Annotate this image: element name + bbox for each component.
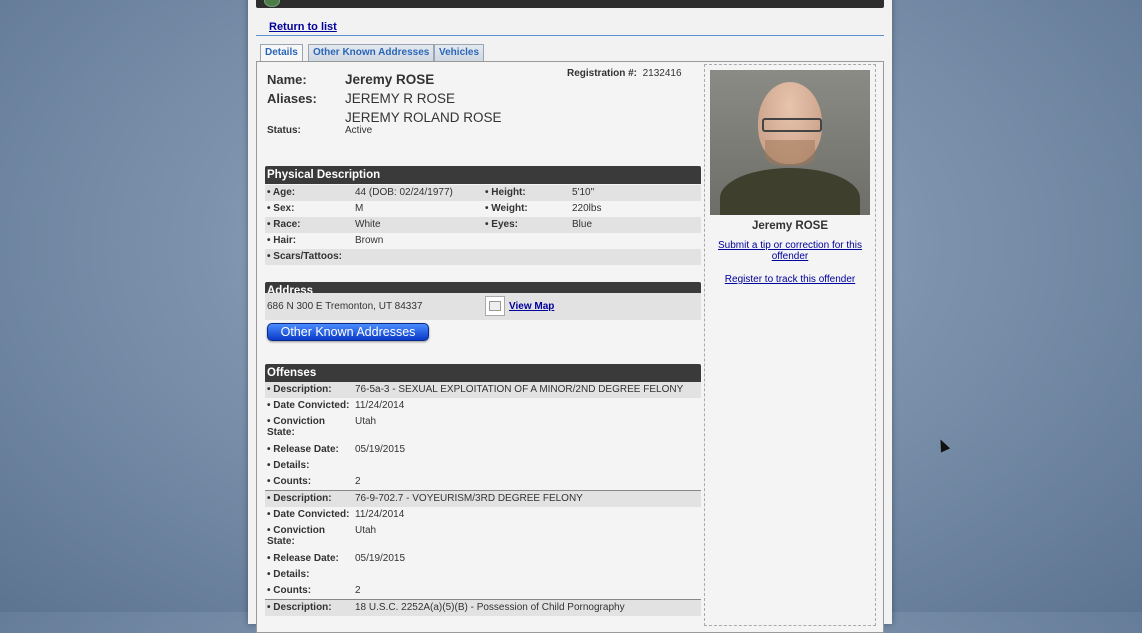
globe-icon: [264, 0, 280, 7]
physical-row-sex: • Sex: M • Weight: 220lbs: [265, 201, 701, 217]
offense-2-details-row: • Details:: [265, 567, 701, 583]
race-value: White: [355, 219, 381, 230]
offense-2-counts-row: • Counts: 2: [265, 583, 701, 599]
submit-tip-link[interactable]: Submit a tip or correction for this offe…: [715, 240, 865, 262]
age-value: 44 (DOB: 02/24/1977): [355, 187, 453, 198]
counts-label: • Counts:: [267, 476, 312, 487]
physical-description-header: Physical Description: [265, 166, 701, 184]
offense-description: 76-5a-3 - SEXUAL EXPLOITATION OF A MINOR…: [355, 384, 684, 395]
offender-photo-panel: Jeremy ROSE Submit a tip or correction f…: [704, 64, 876, 626]
offense-date-convicted: 11/24/2014: [355, 400, 405, 411]
offense-2-release-row: • Release Date: 05/19/2015: [265, 551, 701, 567]
offense-date-convicted: 11/24/2014: [355, 509, 405, 520]
date-convicted-label: • Date Convicted:: [267, 509, 350, 520]
physical-row-race: • Race: White • Eyes: Blue: [265, 217, 701, 233]
sex-value: M: [355, 203, 364, 214]
offense-1-state-row: • Conviction State: Utah: [265, 414, 701, 440]
offenses-header: Offenses: [265, 364, 701, 382]
registration: Registration #: 2132416: [567, 68, 682, 79]
map-thumbnail-icon[interactable]: [485, 296, 505, 316]
offender-photo: [710, 70, 870, 215]
offense-2-state-row: • Conviction State: Utah: [265, 523, 701, 549]
offense-conviction-state: Utah: [355, 525, 377, 536]
eyes-value: Blue: [572, 219, 593, 230]
photo-body: [720, 168, 860, 215]
return-to-list-link[interactable]: Return to list: [269, 21, 337, 33]
offense-1-date-row: • Date Convicted: 11/24/2014: [265, 398, 701, 414]
alias-1: JEREMY R ROSE: [345, 91, 456, 106]
hair-value: Brown: [355, 235, 384, 246]
status-label: Status:: [267, 125, 301, 136]
tab-other-known-addresses[interactable]: Other Known Addresses: [308, 44, 435, 61]
offender-name: Jeremy ROSE: [345, 72, 435, 87]
physical-row-age: • Age: 44 (DOB: 02/24/1977) • Height: 5'…: [265, 185, 701, 201]
description-label: • Description:: [267, 493, 332, 504]
offense-description: 76-9-702.7 - VOYEURISM/3RD DEGREE FELONY: [355, 493, 583, 504]
date-convicted-label: • Date Convicted:: [267, 400, 350, 411]
tab-details[interactable]: Details: [260, 44, 303, 62]
offense-release-date: 05/19/2015: [355, 553, 406, 564]
weight-label: • Weight:: [485, 203, 528, 214]
conviction-state-label: • Conviction State:: [267, 525, 325, 547]
offense-1-counts-row: • Counts: 2: [265, 474, 701, 490]
view-map-link[interactable]: View Map: [509, 301, 554, 312]
tab-vehicles[interactable]: Vehicles: [434, 44, 485, 61]
photo-glasses: [762, 118, 822, 132]
address-row: 686 N 300 E Tremonton, UT 84337 View Map: [265, 293, 701, 320]
name-label: Name:: [267, 72, 307, 87]
details-label: • Details:: [267, 460, 310, 471]
offender-detail-page: Return to list Details Other Known Addre…: [248, 0, 892, 633]
physical-row-hair: • Hair: Brown: [265, 233, 701, 249]
alias-2: JEREMY ROLAND ROSE: [345, 110, 502, 125]
height-label: • Height:: [485, 187, 526, 198]
release-date-label: • Release Date:: [267, 444, 339, 455]
details-label: • Details:: [267, 569, 310, 580]
top-header-bar: [256, 0, 884, 8]
offense-3-description-row: • Description: 18 U.S.C. 2252A(a)(5)(B) …: [265, 600, 701, 616]
description-label: • Description:: [267, 602, 332, 613]
aliases-label: Aliases:: [267, 91, 317, 106]
status-value: Active: [345, 125, 373, 136]
offense-1-description-row: • Description: 76-5a-3 - SEXUAL EXPLOITA…: [265, 382, 701, 398]
offense-2-date-row: • Date Convicted: 11/24/2014: [265, 507, 701, 523]
register-track-link[interactable]: Register to track this offender: [715, 274, 865, 285]
offense-1-details-row: • Details:: [265, 458, 701, 474]
offense-conviction-state: Utah: [355, 416, 377, 427]
hair-label: • Hair:: [267, 235, 297, 246]
physical-row-scars: • Scars/Tattoos:: [265, 249, 701, 265]
mouse-cursor-icon: [935, 437, 951, 453]
address-line: 686 N 300 E Tremonton, UT 84337: [267, 301, 423, 312]
release-date-label: • Release Date:: [267, 553, 339, 564]
weight-value: 220lbs: [572, 203, 602, 214]
counts-label: • Counts:: [267, 585, 312, 596]
conviction-state-label: • Conviction State:: [267, 416, 325, 438]
offense-description: 18 U.S.C. 2252A(a)(5)(B) - Possession of…: [355, 602, 625, 613]
eyes-label: • Eyes:: [485, 219, 518, 230]
race-label: • Race:: [267, 219, 301, 230]
photo-beard: [765, 140, 815, 166]
divider: [256, 35, 884, 36]
offense-1-release-row: • Release Date: 05/19/2015: [265, 442, 701, 458]
offense-2-description-row: • Description: 76-9-702.7 - VOYEURISM/3R…: [265, 491, 701, 507]
registration-label: Registration #:: [567, 68, 638, 79]
offense-counts: 2: [355, 476, 361, 487]
offense-release-date: 05/19/2015: [355, 444, 406, 455]
age-label: • Age:: [267, 187, 296, 198]
offense-counts: 2: [355, 585, 361, 596]
registration-number: 2132416: [642, 68, 682, 79]
height-value: 5'10": [572, 187, 595, 198]
description-label: • Description:: [267, 384, 332, 395]
sex-label: • Sex:: [267, 203, 295, 214]
photo-caption-name: Jeremy ROSE: [751, 220, 829, 232]
scars-label: • Scars/Tattoos:: [267, 251, 342, 262]
other-known-addresses-button[interactable]: Other Known Addresses: [267, 323, 429, 341]
